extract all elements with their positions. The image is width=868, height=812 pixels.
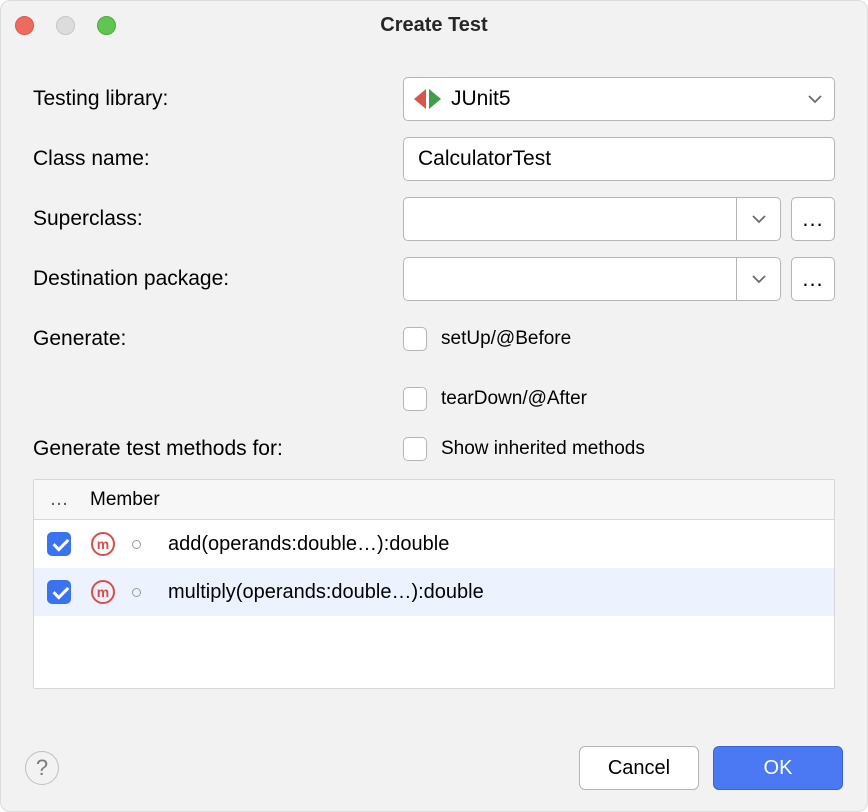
destination-package-browse-button[interactable]: ...	[791, 257, 835, 301]
dialog-footer: ? Cancel OK	[1, 733, 867, 811]
table-row[interactable]: m add(operands:double…):double	[34, 520, 834, 568]
class-name-label: Class name:	[33, 147, 403, 171]
setup-checkbox[interactable]	[403, 327, 427, 351]
setup-checkbox-label: setUp/@Before	[441, 328, 571, 350]
class-name-input-wrapper	[403, 137, 835, 181]
members-header-check[interactable]: …	[34, 489, 84, 511]
table-row[interactable]: m multiply(operands:double…):double	[34, 568, 834, 616]
superclass-combo[interactable]	[403, 197, 781, 241]
form-grid: Testing library: JUnit5 Class name:	[33, 77, 835, 461]
dialog-content: Testing library: JUnit5 Class name:	[1, 49, 867, 733]
member-label: multiply(operands:double…):double	[150, 581, 484, 604]
titlebar: Create Test	[1, 1, 867, 49]
destination-package-combo[interactable]	[403, 257, 781, 301]
testing-library-label: Testing library:	[33, 87, 403, 111]
minimize-window-button	[56, 16, 75, 35]
help-button[interactable]: ?	[25, 751, 59, 785]
teardown-checkbox[interactable]	[403, 387, 427, 411]
superclass-label: Superclass:	[33, 207, 403, 231]
member-checkbox[interactable]	[47, 580, 71, 604]
zoom-window-button[interactable]	[97, 16, 116, 35]
class-name-input[interactable]	[416, 146, 822, 172]
show-inherited-checkbox[interactable]	[403, 437, 427, 461]
members-table-header: … Member	[34, 480, 834, 520]
method-icon: m	[91, 580, 115, 604]
cancel-button[interactable]: Cancel	[579, 746, 699, 790]
testing-library-combo[interactable]: JUnit5	[403, 77, 835, 121]
dialog-title: Create Test	[1, 14, 867, 37]
member-checkbox[interactable]	[47, 532, 71, 556]
method-icon: m	[91, 532, 115, 556]
teardown-checkbox-label: tearDown/@After	[441, 388, 587, 410]
show-inherited-label: Show inherited methods	[441, 438, 645, 460]
window-controls	[15, 16, 116, 35]
visibility-icon	[132, 540, 141, 549]
create-test-dialog: Create Test Testing library: JUnit5	[0, 0, 868, 812]
generate-test-methods-label: Generate test methods for:	[33, 437, 403, 461]
members-table: … Member m add(operands:double…):double …	[33, 479, 835, 689]
ok-button[interactable]: OK	[713, 746, 843, 790]
visibility-icon	[132, 588, 141, 597]
members-header-member[interactable]: Member	[84, 489, 160, 511]
superclass-dropdown-button[interactable]	[736, 198, 780, 240]
junit-icon	[414, 89, 441, 109]
chevron-down-icon	[808, 91, 822, 107]
generate-label: Generate:	[33, 327, 403, 351]
destination-package-dropdown-button[interactable]	[736, 258, 780, 300]
superclass-browse-button[interactable]: ...	[791, 197, 835, 241]
close-window-button[interactable]	[15, 16, 34, 35]
destination-package-label: Destination package:	[33, 267, 403, 291]
member-label: add(operands:double…):double	[150, 533, 449, 556]
testing-library-value: JUnit5	[451, 87, 511, 111]
